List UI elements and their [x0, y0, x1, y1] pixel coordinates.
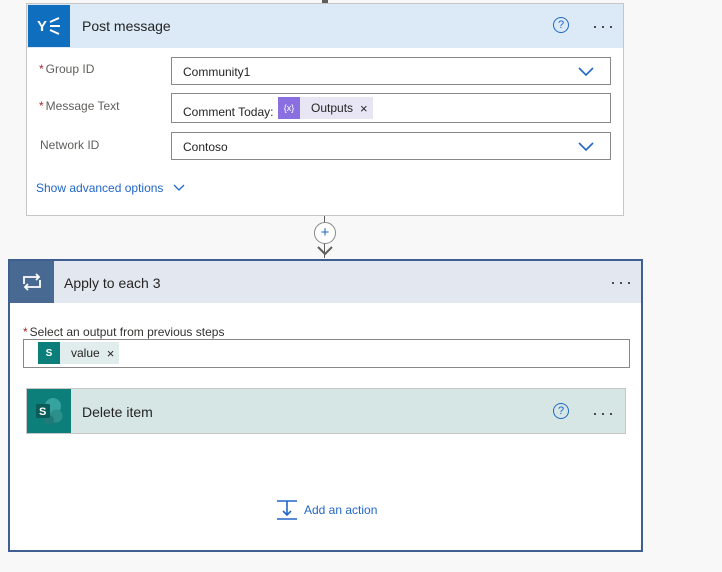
value-token-label: value: [71, 346, 100, 360]
delete-item-card[interactable]: S Delete item ? ···: [26, 388, 626, 434]
outputs-token-label: Outputs: [311, 101, 354, 115]
apply-to-each-title: Apply to each 3: [64, 275, 161, 291]
more-options-icon[interactable]: ···: [610, 273, 634, 291]
message-text-label: * Message Text: [39, 99, 120, 113]
apply-to-each-header[interactable]: Apply to each 3 ···: [10, 261, 641, 303]
svg-text:Y: Y: [37, 18, 47, 35]
value-token[interactable]: S value ×: [38, 342, 120, 364]
network-id-value: Contoso: [183, 140, 228, 154]
apply-to-each-card[interactable]: Apply to each 3 ··· * Select an output fr…: [8, 259, 643, 552]
add-an-action-link[interactable]: Add an action: [276, 499, 377, 521]
sharepoint-icon: S: [38, 342, 60, 364]
more-options-icon[interactable]: ···: [592, 404, 616, 422]
svg-text:S: S: [39, 406, 46, 418]
outputs-token[interactable]: {x} Outputs ×: [278, 97, 373, 119]
group-id-label: * Group ID: [39, 62, 95, 76]
message-text-input[interactable]: Comment Today: {x} Outputs ×: [171, 93, 611, 123]
post-message-title: Post message: [82, 18, 171, 34]
group-id-value: Community1: [183, 65, 251, 79]
loop-icon: [10, 261, 54, 303]
chevron-down-icon: [173, 184, 185, 191]
group-id-dropdown[interactable]: Community1: [171, 57, 611, 85]
help-icon[interactable]: ?: [553, 17, 569, 33]
remove-token-icon[interactable]: ×: [360, 101, 368, 116]
post-message-card[interactable]: Y Post message ? ··· * Group ID Community…: [26, 3, 624, 216]
network-id-label: Network ID: [40, 138, 100, 152]
more-options-icon[interactable]: ···: [592, 17, 616, 35]
arrow-down-icon: [317, 246, 333, 256]
select-output-label: * Select an output from previous steps: [23, 325, 225, 339]
show-advanced-options-link[interactable]: Show advanced options: [36, 181, 185, 195]
expression-icon: {x}: [278, 97, 300, 119]
delete-item-title: Delete item: [82, 404, 153, 420]
sharepoint-icon: S: [27, 389, 71, 433]
insert-step-button[interactable]: +: [314, 222, 336, 244]
message-text-prefix: Comment Today:: [183, 105, 274, 119]
remove-token-icon[interactable]: ×: [107, 346, 115, 361]
chevron-down-icon[interactable]: [578, 140, 594, 152]
yammer-icon: Y: [28, 5, 70, 47]
post-message-header[interactable]: Y Post message ? ···: [27, 4, 623, 48]
chevron-down-icon[interactable]: [578, 65, 594, 77]
add-action-icon: [277, 500, 297, 520]
network-id-dropdown[interactable]: Contoso: [171, 132, 611, 160]
help-icon[interactable]: ?: [553, 403, 569, 419]
select-output-input[interactable]: S value ×: [23, 339, 630, 368]
